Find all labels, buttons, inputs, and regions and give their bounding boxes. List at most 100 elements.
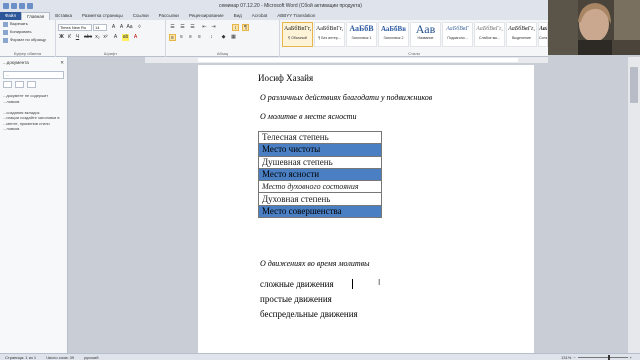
list-item: беспредельные движения bbox=[260, 309, 358, 319]
show-marks-button[interactable]: ¶ bbox=[242, 24, 249, 31]
increase-indent-button[interactable]: ⇥ bbox=[210, 24, 217, 31]
grow-font-button[interactable]: A bbox=[110, 24, 117, 31]
decrease-indent-button[interactable]: ⇤ bbox=[201, 24, 208, 31]
zoom-level[interactable]: 131% bbox=[561, 355, 571, 360]
doc-heading-2: О молитве в месте ясности bbox=[260, 112, 357, 121]
style-intense[interactable]: АаБбВв Сильн... bbox=[538, 22, 548, 47]
line-spacing-button[interactable]: ↕ bbox=[208, 34, 215, 41]
font-group: Times New Ro 14 A A Aa ◊ Ж К Ч abc x₂ x²… bbox=[56, 20, 166, 57]
format-painter-button[interactable]: Формат по образцу bbox=[0, 36, 55, 44]
highlight-color-button[interactable]: ab bbox=[122, 34, 129, 41]
document-page[interactable]: Иосиф Хазайя О различных действиях благо… bbox=[198, 65, 534, 353]
strikethrough-button[interactable]: abc bbox=[84, 34, 92, 41]
table-cell[interactable]: Место совершенства bbox=[258, 204, 382, 219]
headings-tab-icon[interactable] bbox=[3, 81, 12, 88]
style-heading-2[interactable]: АаБбВв Заголовок 2 bbox=[378, 22, 409, 47]
table-row: Телесная степень bbox=[258, 130, 382, 145]
table-cell[interactable]: Душевная степень bbox=[258, 155, 382, 169]
clear-formatting-button[interactable]: ◊ bbox=[136, 24, 143, 31]
numbering-button[interactable]: ☰ bbox=[179, 24, 186, 31]
quick-access-toolbar bbox=[0, 2, 33, 9]
clipboard-group: Вырезать Копировать Формат по образцу Бу… bbox=[0, 20, 56, 57]
subscript-button[interactable]: x₂ bbox=[94, 34, 101, 41]
save-icon[interactable] bbox=[11, 2, 17, 9]
bullets-button[interactable]: ☰ bbox=[169, 24, 176, 31]
justify-button[interactable]: ≡ bbox=[196, 34, 203, 41]
table-cell[interactable]: Место ясности bbox=[258, 167, 382, 182]
style-subtle-emphasis[interactable]: АаБбВвГг, Слабое вы... bbox=[474, 22, 505, 47]
superscript-button[interactable]: x² bbox=[102, 34, 109, 41]
tab-review[interactable]: Рецензирование bbox=[184, 12, 229, 20]
text-cursor bbox=[352, 279, 353, 289]
ribbon-tabs: Файл Главная Вставка Разметка страницы С… bbox=[0, 11, 548, 20]
results-tab-icon[interactable] bbox=[27, 81, 36, 88]
underline-button[interactable]: Ч bbox=[74, 34, 81, 41]
table-cell[interactable]: Духовная степень bbox=[258, 192, 382, 206]
font-color-button[interactable]: A bbox=[132, 34, 139, 41]
scissors-icon bbox=[3, 21, 8, 27]
zoom-out-icon[interactable]: − bbox=[573, 355, 575, 360]
align-right-button[interactable]: ≡ bbox=[187, 34, 194, 41]
paragraph-group-label: Абзац bbox=[216, 51, 229, 56]
status-word-count[interactable]: Число слов: 39 bbox=[41, 355, 79, 360]
tab-file[interactable]: Файл bbox=[0, 12, 22, 20]
vertical-scrollbar[interactable] bbox=[628, 57, 640, 353]
title-bar: семинар 07.12.20 - Microsoft Word (Сбой … bbox=[0, 0, 548, 11]
table-row: Место совершенства bbox=[258, 204, 382, 219]
tab-acrobat[interactable]: Acrobat bbox=[247, 12, 273, 20]
navigation-pane-title: ...документа bbox=[3, 60, 29, 65]
table-row: Место чистоты bbox=[258, 143, 382, 157]
table-cell[interactable]: Место чистоты bbox=[258, 143, 382, 157]
shading-button[interactable]: ◆ bbox=[220, 34, 227, 41]
align-left-button[interactable]: ≡ bbox=[169, 34, 176, 41]
style-subtitle[interactable]: АаБбВвГ Подзаголо... bbox=[442, 22, 473, 47]
table-cell[interactable]: Место духовного состояния bbox=[258, 180, 382, 194]
brush-icon bbox=[3, 37, 8, 43]
tab-insert[interactable]: Вставка bbox=[50, 12, 77, 20]
close-icon[interactable]: ✕ bbox=[60, 60, 64, 66]
navigation-search-input[interactable]: ... bbox=[3, 71, 64, 79]
webcam-overlay bbox=[548, 0, 640, 55]
doc-author: Иосиф Хазайя bbox=[258, 73, 314, 83]
navigation-pane: ...документа ✕ ... ...документ не содерж… bbox=[0, 57, 68, 353]
align-center-button[interactable]: ≡ bbox=[178, 34, 185, 41]
change-case-button[interactable]: Aa bbox=[126, 24, 133, 31]
borders-button[interactable]: ▦ bbox=[230, 34, 237, 41]
doc-heading-1: О различных действиях благодати у подвиж… bbox=[260, 93, 433, 102]
zoom-in-icon[interactable]: + bbox=[630, 355, 632, 360]
style-title[interactable]: Аав Название bbox=[410, 22, 441, 47]
font-size-select[interactable]: 14 bbox=[93, 24, 107, 31]
styles-group: АаБбВвГг, ¶ Обычный АаБбВвГг, ¶ Без инте… bbox=[280, 20, 548, 57]
shrink-font-button[interactable]: A bbox=[118, 24, 125, 31]
text-effects-button[interactable]: A bbox=[112, 34, 119, 41]
italic-button[interactable]: К bbox=[66, 34, 73, 41]
copy-button[interactable]: Копировать bbox=[0, 28, 55, 36]
scroll-gutter bbox=[548, 57, 628, 353]
undo-icon[interactable] bbox=[19, 2, 25, 9]
tab-home[interactable]: Главная bbox=[21, 12, 51, 20]
tab-mailings[interactable]: Рассылки bbox=[154, 12, 184, 20]
sort-button[interactable]: ↕ bbox=[232, 24, 239, 31]
scrollbar-thumb[interactable] bbox=[630, 67, 638, 103]
style-normal[interactable]: АаБбВвГг, ¶ Обычный bbox=[282, 22, 313, 47]
zoom-slider[interactable] bbox=[577, 355, 628, 360]
tab-references[interactable]: Ссылки bbox=[128, 12, 154, 20]
style-emphasis[interactable]: АаБбВвГг, Выделение bbox=[506, 22, 537, 47]
style-heading-1[interactable]: АаБбВ Заголовок 1 bbox=[346, 22, 377, 47]
multilevel-list-button[interactable]: ☰ bbox=[189, 24, 196, 31]
tab-view[interactable]: Вид bbox=[229, 12, 247, 20]
style-no-spacing[interactable]: АаБбВвГг, ¶ Без интер... bbox=[314, 22, 345, 47]
font-name-select[interactable]: Times New Ro bbox=[58, 24, 92, 31]
table-row: Место духовного состояния bbox=[258, 180, 382, 194]
presenter-video bbox=[548, 0, 640, 55]
bold-button[interactable]: Ж bbox=[58, 34, 65, 41]
pages-tab-icon[interactable] bbox=[15, 81, 24, 88]
clipboard-group-label: Буфер обмена bbox=[13, 51, 42, 56]
cut-button[interactable]: Вырезать bbox=[0, 20, 55, 28]
zoom-slider-thumb[interactable] bbox=[607, 355, 610, 360]
status-language[interactable]: русский bbox=[79, 355, 103, 360]
tab-page-layout[interactable]: Разметка страницы bbox=[77, 12, 128, 20]
table-cell[interactable]: Телесная степень bbox=[258, 130, 382, 145]
status-page[interactable]: Страница: 1 из 1 bbox=[0, 355, 41, 360]
tab-abbyy[interactable]: ABBYY Translation bbox=[272, 12, 320, 20]
